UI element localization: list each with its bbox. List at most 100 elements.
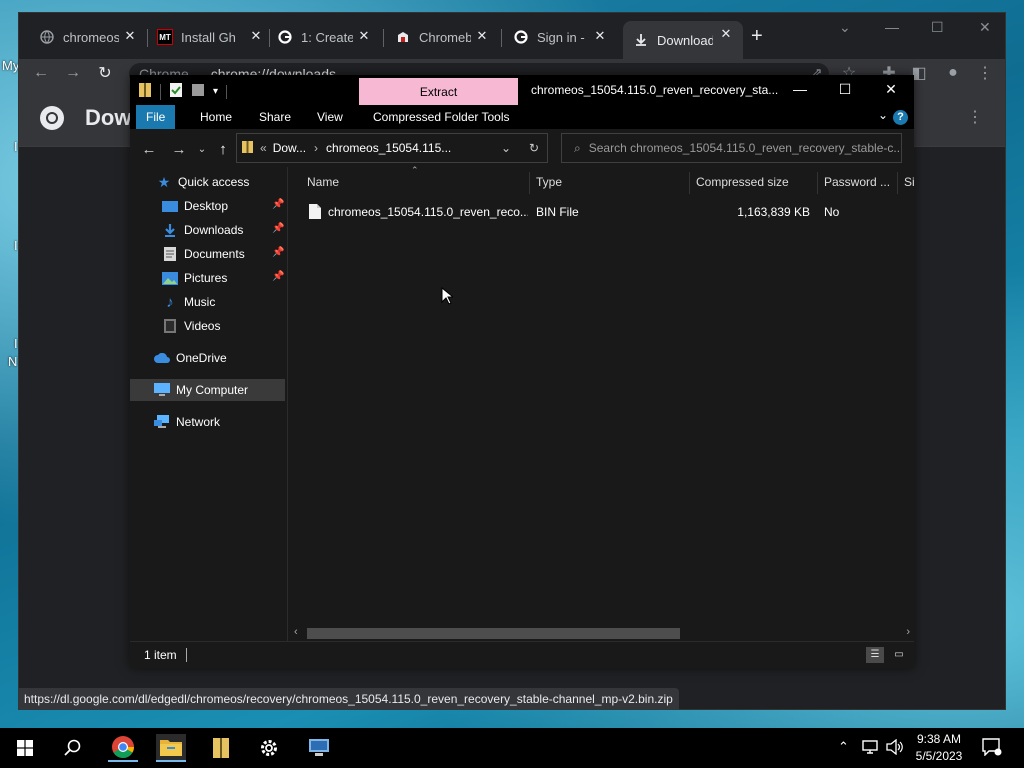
scrollbar-thumb[interactable] [307,628,680,639]
page-title: Dow [85,105,132,130]
pin-icon[interactable]: 📌 [272,247,284,258]
address-bar[interactable]: « Dow... › chromeos_15054.115... ⌄ ↻ [236,133,548,163]
properties-icon[interactable] [169,82,183,101]
pin-icon[interactable]: 📌 [272,199,284,210]
table-row[interactable]: chromeos_15054.115.0_reven_reco... BIN F… [289,167,914,227]
desktop-icon-label[interactable]: N [8,354,17,369]
downloads-menu-icon[interactable]: ⋮ [967,107,983,127]
menu-icon[interactable]: ⋮ [975,63,995,83]
close-tab-icon[interactable]: ✕ [717,25,735,43]
separator [226,84,228,99]
back-icon[interactable]: ← [31,63,51,83]
nav-music[interactable]: ♪ Music [162,291,215,313]
breadcrumb-current[interactable]: chromeos_15054.115... [326,141,451,155]
ribbon-tab-compressed-folder-tools[interactable]: Compressed Folder Tools [363,105,520,129]
maximize-icon[interactable]: ☐ [830,81,860,98]
breadcrumb-chevron-icon[interactable]: › [314,141,318,155]
file-explorer-taskbar-icon[interactable] [156,734,186,762]
customize-qat-icon[interactable]: ▾ [213,86,218,97]
nav-pictures[interactable]: Pictures [162,267,227,289]
remote-desktop-icon[interactable] [304,734,334,762]
tab-create[interactable]: 1: Create ✕ [277,23,373,51]
help-icon[interactable]: ? [893,110,908,125]
show-hidden-icons-icon[interactable]: ⌃ [838,739,849,755]
horizontal-scrollbar[interactable]: ‹ › [289,626,914,641]
network-icon [154,414,170,430]
start-button[interactable] [10,734,40,762]
close-tab-icon[interactable]: ✕ [355,27,373,45]
google-g-icon [513,29,529,45]
clock-time: 9:38 AM [916,732,962,746]
search-input[interactable]: ⌕ Search chromeos_15054.115.0_reven_reco… [561,133,902,163]
ribbon-tab-file[interactable]: File [136,105,176,129]
close-window-icon[interactable]: ✕ [876,81,906,98]
nav-my-computer[interactable]: My Computer [130,379,285,401]
nav-desktop[interactable]: Desktop [162,195,228,217]
minimize-icon[interactable]: — [885,19,899,35]
nav-downloads[interactable]: Downloads [162,219,243,241]
close-tab-icon[interactable]: ✕ [121,27,139,45]
profile-icon[interactable]: ● [943,63,963,83]
zip-folder-icon [138,82,152,101]
separator [160,83,161,100]
mt-favicon-icon: MT [157,29,173,45]
nav-videos[interactable]: Videos [162,315,220,337]
details-view-icon[interactable]: ☰ [866,647,884,663]
large-icons-view-icon[interactable]: ▭ [890,647,908,663]
tab-install-ghost[interactable]: MT Install Gh ✕ [157,23,265,51]
network-status-icon[interactable] [862,739,880,758]
star-icon: ★ [157,173,171,190]
forward-icon[interactable]: → [169,139,189,159]
zip-file-taskbar-icon[interactable] [206,734,236,762]
recent-locations-icon[interactable]: ⌄ [192,139,212,159]
cloud-icon [154,350,170,366]
forward-icon[interactable]: → [63,63,83,83]
refresh-icon[interactable]: ↻ [529,141,539,155]
file-icon [309,204,321,222]
ribbon-tabs: File Home Share View Compressed Folder T… [130,105,914,129]
close-tab-icon[interactable]: ✕ [473,27,491,45]
tab-downloads[interactable]: Downloads ✕ [623,21,743,59]
reload-icon[interactable]: ↻ [95,63,115,83]
scroll-left-icon[interactable]: ‹ [294,626,298,638]
search-icon: ⌕ [574,140,581,155]
taskbar-clock[interactable]: 9:38 AM 5/5/2023 [914,731,964,765]
search-icon[interactable] [58,734,88,762]
chrome-taskbar-icon[interactable] [108,734,138,762]
tab-strip: chromeos ✕ MT Install Gh ✕ 1: Create ✕ C… [19,13,1005,59]
extract-context-tab[interactable]: Extract [359,78,518,105]
ribbon-tab-home[interactable]: Home [190,105,242,129]
tab-search-icon[interactable]: ⌄ [839,19,851,36]
volume-icon[interactable] [886,738,904,758]
notification-center-icon[interactable] [982,738,1002,759]
nav-quick-access[interactable]: ★ Quick access [156,171,250,193]
scroll-right-icon[interactable]: › [906,626,910,638]
breadcrumb-downloads[interactable]: Dow... [273,141,306,155]
tab-chromeos[interactable]: chromeos ✕ [39,23,139,51]
breadcrumb-overflow[interactable]: « [260,141,267,155]
pin-icon[interactable]: 📌 [272,271,284,282]
desktop-background: My I I I N chromeos ✕ MT Install Gh ✕ 1:… [0,0,1024,728]
new-tab-button[interactable]: + [751,25,763,48]
close-window-icon[interactable]: ✕ [979,19,991,36]
tab-chromebook[interactable]: Chromeb ✕ [395,23,491,51]
up-icon[interactable]: ↑ [213,139,233,159]
pin-icon[interactable]: 📌 [272,223,284,234]
maximize-icon[interactable]: ☐ [931,19,944,36]
nav-onedrive[interactable]: OneDrive [154,347,227,369]
address-dropdown-icon[interactable]: ⌄ [501,141,511,155]
close-tab-icon[interactable]: ✕ [247,27,265,45]
close-tab-icon[interactable]: ✕ [591,27,609,45]
desktop-icon-label[interactable]: My [2,58,19,73]
navigation-bar: ← → ⌄ ↑ « Dow... › chromeos_15054.115...… [130,129,914,167]
tab-sign-in[interactable]: Sign in - C ✕ [513,23,609,51]
back-icon[interactable]: ← [139,139,159,159]
nav-network[interactable]: Network [154,411,220,433]
expand-ribbon-icon[interactable]: ⌄ [878,108,888,122]
minimize-icon[interactable]: — [785,81,815,97]
ribbon-tab-share[interactable]: Share [249,105,301,129]
settings-gear-icon[interactable] [254,734,284,762]
nav-documents[interactable]: Documents [162,243,245,265]
ribbon-tab-view[interactable]: View [307,105,353,129]
new-folder-icon[interactable] [191,82,205,101]
